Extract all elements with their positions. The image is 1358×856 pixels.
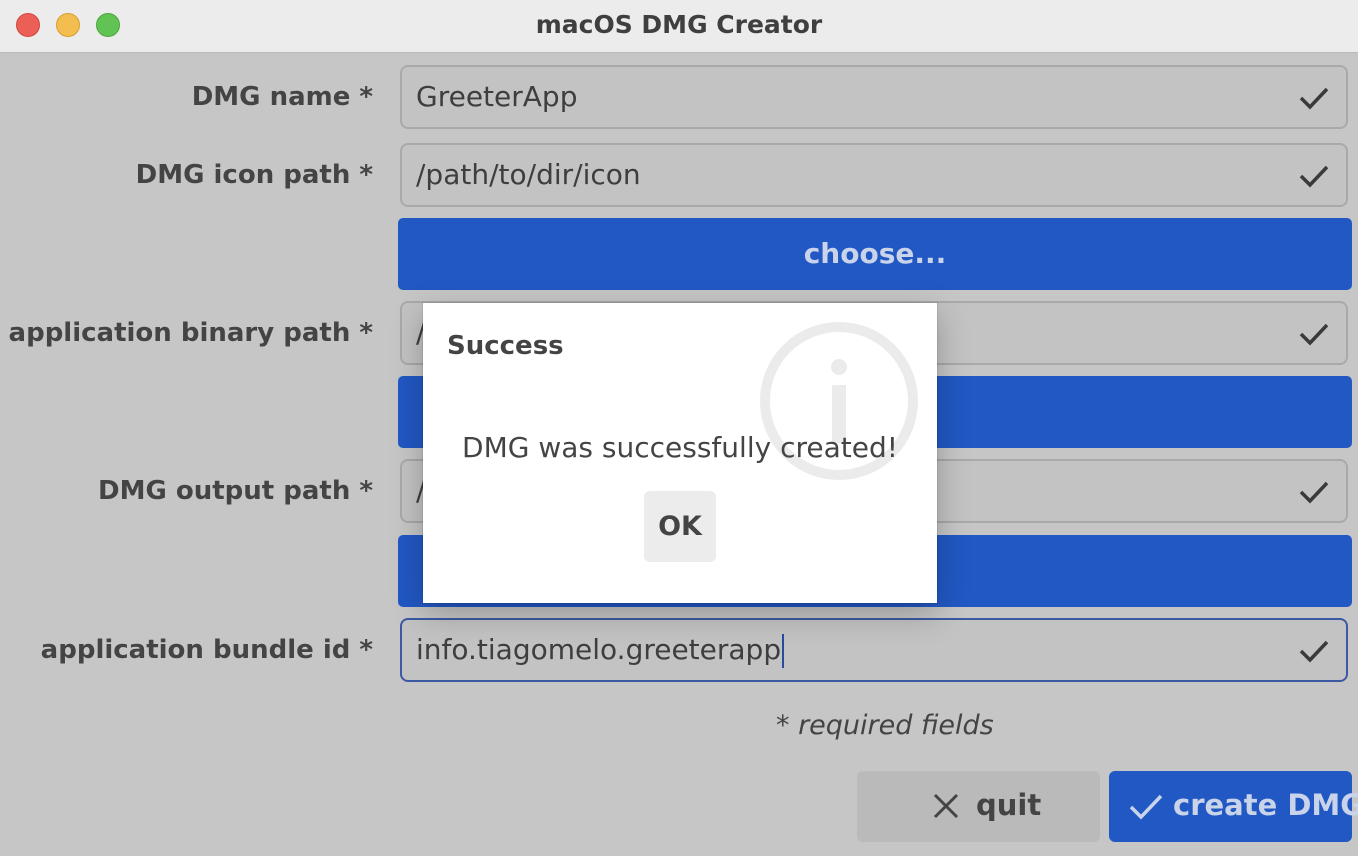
ok-button[interactable]: OK	[644, 491, 716, 562]
dialog-message: DMG was successfully created!	[462, 431, 898, 464]
check-icon	[1299, 481, 1329, 504]
bundle-id-field[interactable]: info.tiagomelo.greeterapp	[400, 618, 1348, 682]
checkmark-icon	[1129, 794, 1163, 820]
window-titlebar: macOS DMG Creator	[0, 0, 1358, 53]
bundle-id-value: info.tiagomelo.greeterapp	[416, 633, 785, 668]
create-dmg-button-label: create DMG	[1173, 788, 1358, 822]
check-icon	[1299, 165, 1329, 188]
app-binary-path-label: application binary path *	[8, 318, 373, 348]
success-dialog: Success DMG was successfully created! OK	[423, 303, 937, 603]
dmg-name-label: DMG name *	[191, 82, 373, 112]
close-icon	[933, 793, 959, 819]
required-fields-note: * required fields	[776, 710, 994, 741]
dmg-icon-path-value: /path/to/dir/icon	[416, 158, 641, 191]
choose-icon-button[interactable]: choose...	[398, 218, 1352, 290]
check-icon	[1299, 323, 1329, 346]
text-caret	[782, 634, 785, 668]
bundle-id-text: info.tiagomelo.greeterapp	[416, 633, 782, 666]
window-title: macOS DMG Creator	[535, 10, 823, 39]
dmg-output-path-label: DMG output path *	[98, 476, 373, 506]
quit-button[interactable]: quit	[857, 771, 1100, 842]
dialog-title: Success	[447, 331, 564, 361]
dmg-name-value: GreeterApp	[416, 80, 578, 113]
bundle-id-label: application bundle id *	[40, 635, 373, 665]
check-icon	[1299, 87, 1329, 110]
dmg-icon-path-label: DMG icon path *	[135, 160, 373, 190]
dmg-name-field[interactable]: GreeterApp	[400, 65, 1348, 129]
dmg-icon-path-field[interactable]: /path/to/dir/icon	[400, 143, 1348, 207]
create-dmg-button[interactable]: create DMG	[1109, 771, 1358, 842]
quit-button-label: quit	[976, 788, 1042, 822]
check-icon	[1299, 640, 1329, 663]
